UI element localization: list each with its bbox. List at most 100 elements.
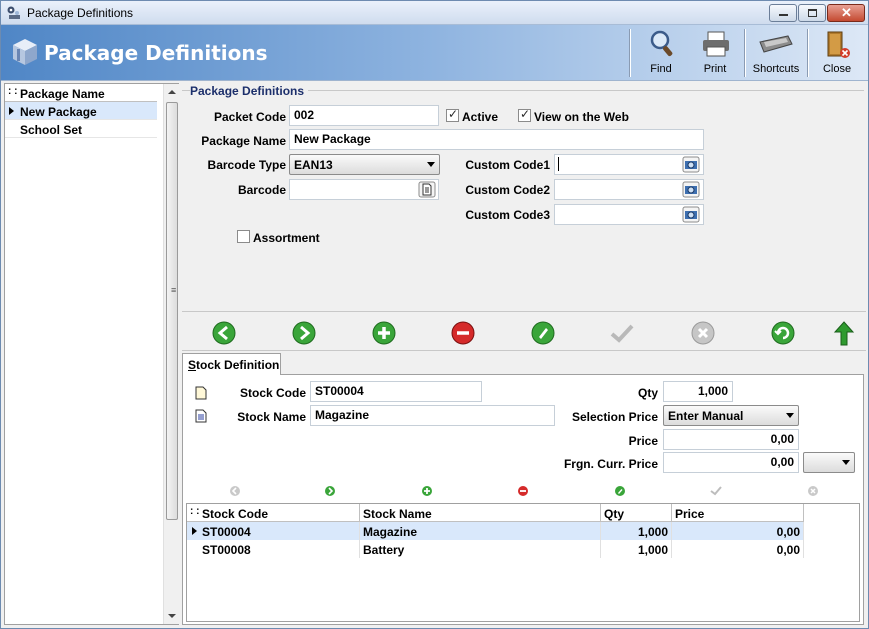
- stock-code-label: Stock Code: [239, 386, 306, 400]
- stock-grid: : : Stock Code Stock Name Qty Price ST00…: [186, 503, 860, 622]
- printer-icon: [703, 31, 729, 57]
- package-name-label: Package Name: [201, 134, 286, 148]
- barcode-input[interactable]: [289, 179, 439, 200]
- row-indicator-icon: [9, 107, 14, 115]
- grid-header-stock-name[interactable]: Stock Name: [360, 504, 601, 522]
- camera-icon[interactable]: [682, 156, 700, 173]
- prev-icon: [230, 486, 240, 496]
- find-button[interactable]: Find: [633, 27, 689, 79]
- active-checkbox[interactable]: ✓: [446, 107, 459, 122]
- up-arrow-icon[interactable]: [831, 320, 857, 346]
- remove-icon[interactable]: [450, 320, 476, 346]
- package-icon: [13, 39, 37, 65]
- shortcuts-button[interactable]: Shortcuts: [748, 27, 804, 79]
- header-banner: Package Definitions Find Print Shortcuts: [1, 25, 868, 81]
- grid-header-price[interactable]: Price: [672, 504, 804, 522]
- grid-header-stock-code[interactable]: : : Stock Code: [187, 504, 360, 522]
- check-icon: ✓: [520, 107, 531, 121]
- window-title: Package Definitions: [27, 6, 134, 20]
- barcode-type-select[interactable]: EAN13: [289, 154, 440, 175]
- package-name-input[interactable]: New Package: [289, 129, 704, 150]
- minimize-icon: [779, 14, 788, 16]
- scroll-down-icon[interactable]: [168, 614, 176, 618]
- check-icon: ✓: [448, 107, 459, 121]
- stock-definition-panel: Stock Code ST00004 Stock Name Magazine Q…: [182, 374, 864, 625]
- packet-code-input[interactable]: 002: [289, 105, 439, 126]
- close-button[interactable]: Close: [811, 27, 863, 79]
- maximize-icon: [808, 9, 817, 17]
- qty-input[interactable]: 1,000: [663, 381, 733, 402]
- stock-name-label: Stock Name: [237, 410, 306, 424]
- title-bar: Package Definitions ✕: [1, 1, 868, 25]
- list-scrollbar[interactable]: ≡: [163, 84, 179, 624]
- stock-code-input[interactable]: ST00004: [310, 381, 482, 402]
- active-label: Active: [462, 110, 499, 124]
- packet-code-label: Packet Code: [213, 110, 286, 124]
- package-list-header[interactable]: : : Package Name: [5, 84, 157, 102]
- text-cursor: [558, 157, 559, 171]
- close-window-button[interactable]: ✕: [827, 4, 865, 22]
- table-row[interactable]: ST00004 Magazine 1,000 0,00: [187, 522, 804, 540]
- tab-stock-definition[interactable]: Stock Definition: [182, 353, 281, 375]
- chevron-down-icon: [786, 413, 794, 418]
- custom-code3-label: Custom Code3: [465, 208, 550, 222]
- app-icon: [7, 6, 20, 19]
- price-label: Price: [628, 434, 658, 448]
- camera-icon[interactable]: [682, 206, 700, 223]
- selection-price-label: Selection Price: [571, 410, 658, 424]
- barcode-label: Barcode: [237, 183, 286, 197]
- add-icon[interactable]: [421, 485, 433, 497]
- minimize-button[interactable]: [769, 4, 797, 22]
- selection-price-select[interactable]: Enter Manual: [663, 405, 799, 426]
- qty-label: Qty: [637, 386, 658, 400]
- grid-header-qty[interactable]: Qty: [601, 504, 672, 522]
- price-input[interactable]: 0,00: [663, 429, 799, 450]
- currency-select[interactable]: [803, 452, 855, 473]
- stock-name-input[interactable]: Magazine: [310, 405, 555, 426]
- camera-icon[interactable]: [682, 181, 700, 198]
- package-list-panel: : : Package Name New Package School Set …: [4, 83, 179, 625]
- custom-code1-label: Custom Code1: [465, 158, 550, 172]
- barcode-type-label: Barcode Type: [207, 158, 286, 172]
- document-icon: [195, 386, 207, 400]
- scroll-thumb[interactable]: ≡: [166, 102, 178, 520]
- document-lines-icon: [195, 409, 207, 423]
- remove-icon[interactable]: [517, 485, 529, 497]
- toolbar-separator: [629, 29, 631, 77]
- scroll-up-icon[interactable]: [168, 90, 176, 94]
- confirm-icon: [710, 486, 722, 496]
- toolbar-separator: [744, 29, 746, 77]
- cancel-icon: [808, 486, 818, 496]
- close-icon: ✕: [841, 5, 852, 20]
- grid-menu-icon: : :: [8, 86, 18, 97]
- add-icon[interactable]: [371, 320, 397, 346]
- edit-icon[interactable]: [614, 485, 626, 497]
- print-button[interactable]: Print: [689, 27, 741, 79]
- chevron-down-icon: [842, 460, 850, 465]
- toolbar-separator: [807, 29, 809, 77]
- assortment-checkbox[interactable]: [237, 230, 250, 243]
- assortment-label: Assortment: [253, 231, 320, 245]
- edit-icon[interactable]: [530, 320, 556, 346]
- list-item[interactable]: New Package: [5, 102, 157, 120]
- grid-menu-icon: : :: [190, 506, 200, 517]
- confirm-icon: [610, 324, 634, 343]
- maximize-button[interactable]: [798, 4, 826, 22]
- stock-definition-tabs: Stock Code ST00004 Stock Name Magazine Q…: [182, 352, 866, 625]
- table-row[interactable]: ST00008 Battery 1,000 0,00: [187, 540, 804, 558]
- next-icon[interactable]: [324, 485, 336, 497]
- refresh-icon[interactable]: [770, 320, 796, 346]
- frgn-price-input[interactable]: 0,00: [663, 452, 799, 473]
- view-on-web-checkbox[interactable]: ✓: [518, 107, 531, 122]
- package-definitions-window: Package Definitions ✕ Package Definition…: [0, 0, 869, 629]
- exit-door-icon: [827, 31, 850, 58]
- next-icon[interactable]: [291, 320, 317, 346]
- prev-icon[interactable]: [211, 320, 237, 346]
- cancel-icon: [691, 321, 715, 345]
- grip-icon: ≡: [171, 285, 177, 295]
- view-on-web-label: View on the Web: [534, 110, 629, 124]
- frgn-price-label: Frgn. Curr. Price: [563, 457, 658, 471]
- keyboard-icon: [759, 35, 793, 53]
- record-nav-toolbar: [182, 311, 866, 351]
- list-item[interactable]: School Set: [5, 120, 157, 138]
